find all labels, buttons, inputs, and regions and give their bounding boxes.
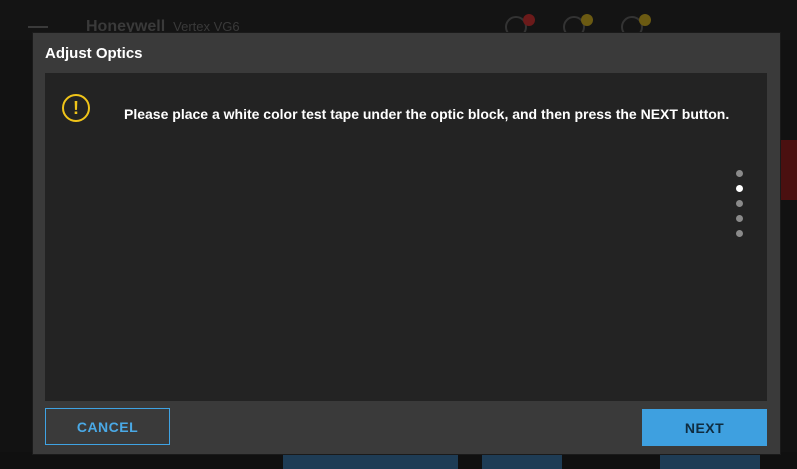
step-dot-current xyxy=(735,185,743,192)
dialog-body: ! Please place a white color test tape u… xyxy=(45,73,767,401)
warning-icon: ! xyxy=(62,94,90,122)
next-button[interactable]: NEXT xyxy=(642,409,767,446)
instruction-message: Please place a white color test tape und… xyxy=(124,106,730,122)
step-dot xyxy=(735,215,743,222)
background-footer-button xyxy=(660,452,760,469)
background-footer-button xyxy=(482,452,562,469)
step-indicator xyxy=(735,170,743,237)
step-dot xyxy=(735,200,743,207)
background-footer-button xyxy=(283,452,458,469)
background-footer xyxy=(0,452,797,469)
step-dot xyxy=(735,170,743,177)
step-dot xyxy=(735,230,743,237)
background-alert-strip xyxy=(778,140,797,200)
cancel-button[interactable]: CANCEL xyxy=(45,408,170,445)
adjust-optics-dialog: Adjust Optics ! Please place a white col… xyxy=(33,33,780,454)
product-name: Vertex VG6 xyxy=(173,19,240,34)
dialog-title: Adjust Optics xyxy=(45,45,143,62)
